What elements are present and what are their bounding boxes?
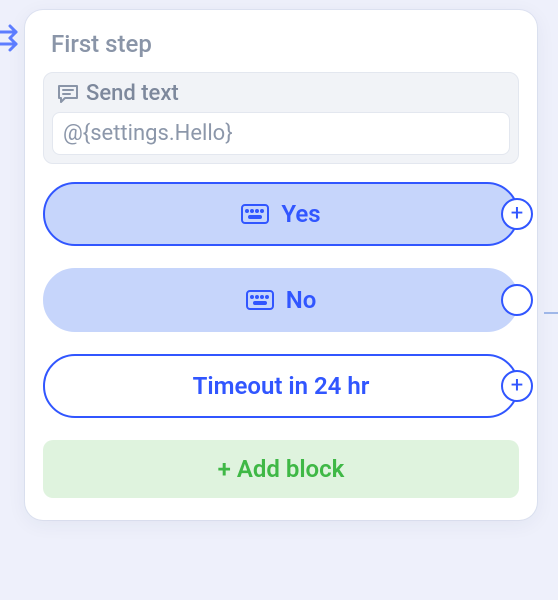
outgoing-connector-line [544, 312, 558, 314]
incoming-arrow-icon [0, 24, 28, 54]
connector-port-empty[interactable] [501, 284, 533, 316]
send-text-header: Send text [56, 81, 510, 106]
option-label: No [286, 286, 317, 314]
option-no[interactable]: No [43, 268, 519, 332]
option-timeout[interactable]: Timeout in 24 hr + [43, 354, 519, 418]
option-label: Yes [281, 200, 320, 228]
option-yes[interactable]: Yes + [43, 182, 519, 246]
step-card: First step Send text @{settings.Hello} [25, 10, 537, 520]
keyboard-icon [241, 204, 269, 224]
send-text-label: Send text [86, 81, 179, 106]
add-block-label: + Add block [218, 455, 345, 483]
add-block-button[interactable]: + Add block [43, 440, 519, 498]
card-title[interactable]: First step [51, 30, 519, 58]
chat-text-icon [56, 83, 80, 105]
send-text-block[interactable]: Send text @{settings.Hello} [43, 72, 519, 164]
connector-port-plus[interactable]: + [501, 370, 533, 402]
option-label: Timeout in 24 hr [193, 372, 370, 400]
keyboard-icon [246, 290, 274, 310]
connector-port-plus[interactable]: + [501, 198, 533, 230]
send-text-value[interactable]: @{settings.Hello} [52, 112, 510, 155]
